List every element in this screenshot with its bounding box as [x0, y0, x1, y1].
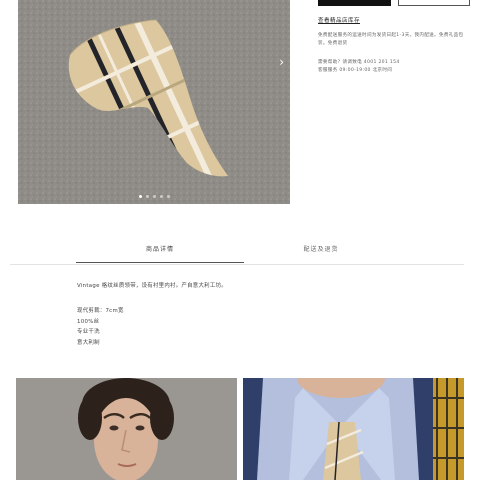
slide-indicator: [18, 195, 290, 198]
spec-item: 现代剪裁：7cm宽: [77, 308, 124, 314]
spec-item: 专业干洗: [77, 329, 100, 335]
chevron-right-icon[interactable]: ›: [279, 56, 284, 68]
spec-item: 100%丝: [77, 319, 100, 325]
product-description: Vintage 格纹丝质领带，设有衬里内衬。产自意大利工坊。: [77, 283, 227, 289]
wishlist-button[interactable]: [398, 0, 470, 6]
spec-item: 意大利制: [77, 340, 100, 346]
add-to-bag-button[interactable]: [318, 0, 391, 6]
check-store-stock-link[interactable]: 查看精品店库存: [318, 16, 360, 24]
shipping-note: 免费配送服务的运送时间为发货日起1-3天。我内配送。免费礼品包: [318, 33, 464, 38]
slide-dot[interactable]: [166, 195, 170, 198]
tab-shipping-returns[interactable]: 配送及退货: [246, 242, 396, 262]
model-face-image: [16, 378, 237, 480]
help-phone[interactable]: 需要帮助？请调致电 4001 201 154: [318, 59, 400, 66]
model-photo-tie[interactable]: [243, 378, 464, 480]
tab-product-details[interactable]: 商品详情: [76, 242, 244, 263]
service-hours: 客服服务 09:00-19:00 北京时间: [318, 68, 393, 73]
slide-dot[interactable]: [152, 195, 156, 198]
model-tie-image: [243, 378, 464, 480]
slide-dot[interactable]: [145, 195, 149, 198]
slide-dot[interactable]: [159, 195, 163, 198]
product-image-gallery[interactable]: ›: [18, 0, 290, 204]
tie-product-image: [18, 0, 290, 204]
product-tabs: 商品详情 配送及退货: [10, 242, 464, 265]
slide-dot[interactable]: [138, 195, 142, 198]
shipping-note-cont: 装。免费退货: [318, 41, 348, 46]
model-photo-portrait[interactable]: [16, 378, 237, 480]
